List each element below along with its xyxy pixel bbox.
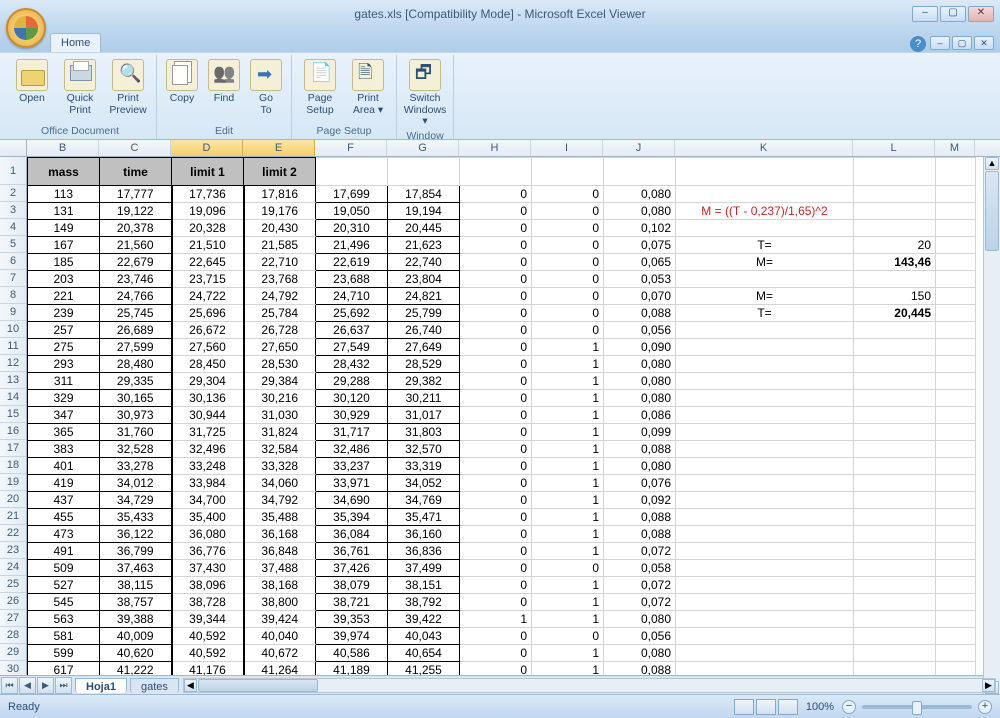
copy-button[interactable]: Copy bbox=[163, 57, 201, 123]
column-header-K[interactable]: K bbox=[675, 140, 853, 156]
window-close-button[interactable]: ✕ bbox=[968, 6, 994, 22]
row-header-1[interactable]: 1 bbox=[0, 157, 26, 185]
workbook-minimize-button[interactable]: – bbox=[930, 36, 950, 50]
printer-icon bbox=[64, 59, 96, 91]
column-header-B[interactable]: B bbox=[27, 140, 99, 156]
row-header-16[interactable]: 16 bbox=[0, 423, 26, 440]
hscroll-thumb[interactable] bbox=[198, 679, 318, 692]
ribbon: Open Quick Print Print Preview Office Do… bbox=[0, 52, 1000, 140]
row-header-24[interactable]: 24 bbox=[0, 559, 26, 576]
zoom-in-button[interactable]: + bbox=[978, 700, 992, 714]
sheet-tab-gates[interactable]: gates bbox=[130, 678, 179, 693]
select-all-corner[interactable] bbox=[0, 140, 27, 156]
row-header-26[interactable]: 26 bbox=[0, 593, 26, 610]
view-pagebreak-button[interactable] bbox=[778, 699, 798, 715]
row-header-29[interactable]: 29 bbox=[0, 644, 26, 661]
spreadsheet-grid[interactable]: masstimelimit 1limit 211317,77717,73617,… bbox=[27, 157, 976, 675]
row-header-13[interactable]: 13 bbox=[0, 372, 26, 389]
row-header-18[interactable]: 18 bbox=[0, 457, 26, 474]
column-header-G[interactable]: G bbox=[387, 140, 459, 156]
find-button[interactable]: Find bbox=[205, 57, 243, 123]
row-header-25[interactable]: 25 bbox=[0, 576, 26, 593]
zoom-level: 100% bbox=[806, 701, 834, 713]
switch-windows-button[interactable]: Switch Windows ▾ bbox=[403, 57, 447, 128]
copy-icon bbox=[166, 59, 198, 91]
row-header-2[interactable]: 2 bbox=[0, 185, 26, 202]
row-header-9[interactable]: 9 bbox=[0, 304, 26, 321]
sheet-nav-first[interactable]: ⏮ bbox=[1, 677, 18, 694]
sheet-nav-next[interactable]: ▶ bbox=[37, 677, 54, 694]
quick-print-button[interactable]: Quick Print bbox=[58, 57, 102, 123]
workbook-restore-button[interactable]: ▢ bbox=[952, 36, 972, 50]
print-area-button[interactable]: Print Area ▾ bbox=[346, 57, 390, 123]
row-header-7[interactable]: 7 bbox=[0, 270, 26, 287]
row-header-20[interactable]: 20 bbox=[0, 491, 26, 508]
row-header-28[interactable]: 28 bbox=[0, 627, 26, 644]
view-layout-button[interactable] bbox=[756, 699, 776, 715]
workbook-close-button[interactable]: ✕ bbox=[974, 36, 994, 50]
horizontal-scrollbar[interactable]: ◀ ▶ bbox=[183, 678, 996, 693]
ribbon-group-office: Office Document bbox=[10, 123, 150, 139]
row-header-15[interactable]: 15 bbox=[0, 406, 26, 423]
folder-open-icon bbox=[16, 59, 48, 91]
zoom-out-button[interactable]: − bbox=[842, 700, 856, 714]
window-restore-button[interactable]: ▢ bbox=[940, 6, 966, 22]
row-headers[interactable]: 1234567891011121314151617181920212223242… bbox=[0, 157, 27, 675]
row-header-5[interactable]: 5 bbox=[0, 236, 26, 253]
row-header-14[interactable]: 14 bbox=[0, 389, 26, 406]
open-button[interactable]: Open bbox=[10, 57, 54, 123]
row-header-4[interactable]: 4 bbox=[0, 219, 26, 236]
row-header-6[interactable]: 6 bbox=[0, 253, 26, 270]
window-title: gates.xls [Compatibility Mode] - Microso… bbox=[0, 7, 1000, 21]
column-header-M[interactable]: M bbox=[935, 140, 975, 156]
sheet-nav-last[interactable]: ⏭ bbox=[55, 677, 72, 694]
ribbon-group-page-setup: Page Setup bbox=[298, 123, 390, 139]
page-setup-button[interactable]: Page Setup bbox=[298, 57, 342, 123]
magnifier-icon bbox=[112, 59, 144, 91]
office-button[interactable] bbox=[6, 8, 46, 48]
vertical-scrollbar[interactable]: ▲ ▼ bbox=[983, 157, 1000, 694]
row-header-19[interactable]: 19 bbox=[0, 474, 26, 491]
row-header-23[interactable]: 23 bbox=[0, 542, 26, 559]
find-icon bbox=[208, 59, 240, 91]
column-header-E[interactable]: E bbox=[243, 140, 315, 156]
column-header-J[interactable]: J bbox=[603, 140, 675, 156]
row-header-12[interactable]: 12 bbox=[0, 355, 26, 372]
column-header-F[interactable]: F bbox=[315, 140, 387, 156]
zoom-slider[interactable] bbox=[862, 705, 972, 709]
view-normal-button[interactable] bbox=[734, 699, 754, 715]
column-header-L[interactable]: L bbox=[853, 140, 935, 156]
window-minimize-button[interactable]: – bbox=[912, 6, 938, 22]
column-headers[interactable]: BCDEFGHIJKLM bbox=[0, 140, 1000, 157]
row-header-3[interactable]: 3 bbox=[0, 202, 26, 219]
help-button[interactable]: ? bbox=[910, 36, 926, 52]
sheet-tab-active[interactable]: Hoja1 bbox=[75, 678, 127, 693]
ribbon-tab-home[interactable]: Home bbox=[50, 33, 101, 52]
row-header-17[interactable]: 17 bbox=[0, 440, 26, 457]
windows-icon bbox=[409, 59, 441, 91]
row-header-27[interactable]: 27 bbox=[0, 610, 26, 627]
scroll-up-button[interactable]: ▲ bbox=[985, 157, 999, 170]
row-header-8[interactable]: 8 bbox=[0, 287, 26, 304]
row-header-11[interactable]: 11 bbox=[0, 338, 26, 355]
ribbon-group-edit: Edit bbox=[163, 123, 285, 139]
column-header-I[interactable]: I bbox=[531, 140, 603, 156]
print-preview-button[interactable]: Print Preview bbox=[106, 57, 150, 123]
page-setup-icon bbox=[304, 59, 336, 91]
status-ready: Ready bbox=[8, 701, 40, 713]
goto-button[interactable]: Go To bbox=[247, 57, 285, 123]
scroll-right-button[interactable]: ▶ bbox=[982, 679, 995, 692]
row-header-22[interactable]: 22 bbox=[0, 525, 26, 542]
row-header-21[interactable]: 21 bbox=[0, 508, 26, 525]
scroll-left-button[interactable]: ◀ bbox=[184, 679, 197, 692]
row-header-30[interactable]: 30 bbox=[0, 661, 26, 675]
row-header-10[interactable]: 10 bbox=[0, 321, 26, 338]
column-header-H[interactable]: H bbox=[459, 140, 531, 156]
vscroll-thumb[interactable] bbox=[985, 171, 999, 251]
column-header-C[interactable]: C bbox=[99, 140, 171, 156]
arrow-right-icon bbox=[250, 59, 282, 91]
sheet-nav-prev[interactable]: ◀ bbox=[19, 677, 36, 694]
column-header-D[interactable]: D bbox=[171, 140, 243, 156]
print-area-icon bbox=[352, 59, 384, 91]
